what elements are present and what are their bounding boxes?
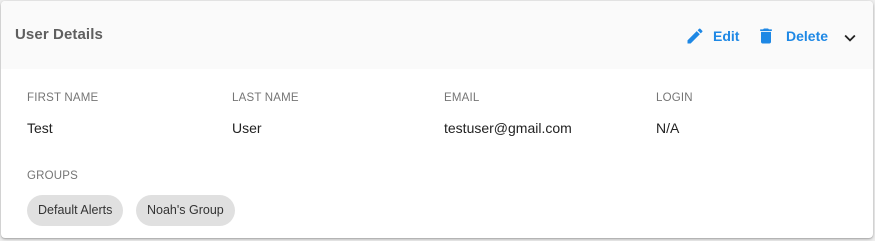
delete-label: Delete (786, 28, 829, 44)
email-label: EMAIL (444, 92, 480, 104)
email-value: testuser@gmail.com (444, 120, 572, 136)
card-header: User Details Edit Delete (1, 1, 873, 69)
last-name-label: LAST NAME (232, 92, 299, 104)
login-label: LOGIN (656, 92, 693, 104)
first-name-value: Test (27, 120, 53, 136)
login-value: N/A (656, 120, 680, 136)
delete-button[interactable]: Delete (756, 24, 828, 48)
group-chip-default-alerts[interactable]: Default Alerts (27, 195, 124, 226)
chevron-down-icon (839, 34, 861, 53)
collapse-button[interactable] (839, 27, 861, 49)
last-name-value: User (232, 120, 262, 136)
edit-label: Edit (713, 28, 740, 44)
first-name-label: FIRST NAME (27, 92, 99, 104)
group-chip-noahs-group[interactable]: Noah's Group (136, 195, 235, 226)
pencil-icon (685, 26, 705, 46)
user-details-card: User Details Edit Delete FIRST NAME Test… (1, 1, 873, 238)
edit-button[interactable]: Edit (685, 24, 739, 48)
trash-icon (756, 26, 776, 46)
groups-label: GROUPS (27, 170, 79, 182)
card-title: User Details (15, 26, 103, 43)
